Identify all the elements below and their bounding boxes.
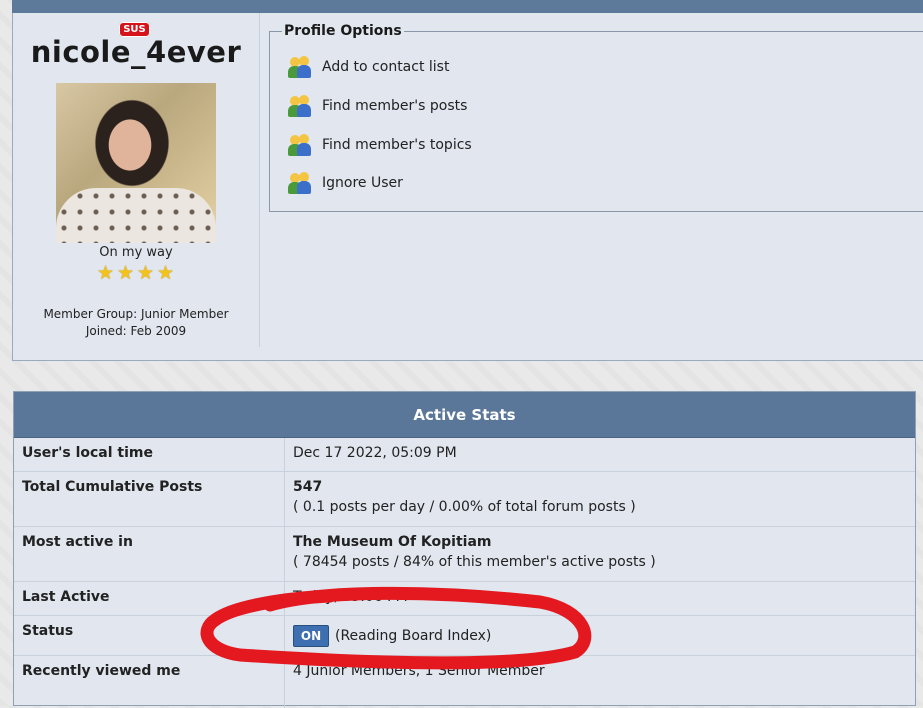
star-icon: ★ — [157, 262, 175, 284]
total-posts-sub: ( 0.1 posts per day / 0.00% of total for… — [293, 499, 636, 515]
stats-label: Most active in — [14, 527, 285, 581]
stats-label: Status — [14, 616, 285, 655]
users-icon — [288, 94, 312, 118]
profile-panel: SUS nicole_4ever On my way ★ ★ ★ ★ Membe… — [12, 13, 923, 361]
stats-value: Today, 05:06 PM — [285, 582, 915, 615]
profile-options-box: Profile Options Add to contact list Find… — [269, 23, 923, 212]
option-label[interactable]: Ignore User — [322, 175, 403, 191]
option-label[interactable]: Find member's topics — [322, 137, 472, 153]
option-add-contact[interactable]: Add to contact list — [288, 55, 449, 79]
option-label[interactable]: Add to contact list — [322, 59, 449, 75]
online-status-badge: ON — [293, 625, 329, 647]
stats-row-local-time: User's local time Dec 17 2022, 05:09 PM — [14, 438, 915, 472]
stats-value: 547 ( 0.1 posts per day / 0.00% of total… — [285, 472, 915, 526]
stats-value: Dec 17 2022, 05:09 PM — [285, 438, 915, 471]
total-posts-value: 547 — [293, 479, 323, 495]
stats-row-total-posts: Total Cumulative Posts 547 ( 0.1 posts p… — [14, 472, 915, 527]
option-find-posts[interactable]: Find member's posts — [288, 94, 467, 118]
profile-options-title: Profile Options — [282, 23, 404, 39]
star-icon: ★ — [117, 262, 135, 284]
avatar-clothing — [56, 188, 216, 243]
star-icon: ★ — [97, 262, 115, 284]
option-ignore-user[interactable]: Ignore User — [288, 171, 403, 195]
stats-row-most-active: Most active in The Museum Of Kopitiam ( … — [14, 527, 915, 582]
users-icon — [288, 55, 312, 79]
users-icon — [288, 133, 312, 157]
joined-date: Joined: Feb 2009 — [85, 324, 187, 338]
status-activity: (Reading Board Index) — [335, 628, 492, 644]
stats-label: Total Cumulative Posts — [14, 472, 285, 526]
stats-row-status: Status ON (Reading Board Index) — [14, 616, 915, 656]
last-active-value: Today, 05:06 PM — [293, 589, 408, 605]
profile-left-column: SUS nicole_4ever On my way ★ ★ ★ ★ Membe… — [13, 13, 260, 347]
local-time-value: Dec 17 2022, 05:09 PM — [293, 445, 457, 461]
username[interactable]: nicole_4ever — [13, 35, 259, 69]
rating-stars: ★ ★ ★ ★ — [97, 264, 177, 284]
top-bar — [12, 0, 923, 13]
member-group: Member Group: Junior Member — [43, 307, 229, 321]
stats-label: Recently viewed me — [14, 656, 285, 708]
users-icon — [288, 171, 312, 195]
stats-value: 4 Junior Members, 1 Senior Member — [285, 656, 915, 708]
active-stats-header: Active Stats — [14, 392, 915, 438]
member-title: On my way — [99, 245, 173, 260]
stats-row-recently-viewed: Recently viewed me 4 Junior Members, 1 S… — [14, 656, 915, 708]
option-label[interactable]: Find member's posts — [322, 98, 467, 114]
option-find-topics[interactable]: Find member's topics — [288, 133, 472, 157]
avatar — [56, 83, 216, 243]
most-active-forum-link[interactable]: The Museum Of Kopitiam — [293, 534, 907, 550]
stats-label: Last Active — [14, 582, 285, 615]
active-stats-table: Active Stats User's local time Dec 17 20… — [13, 391, 916, 708]
stats-label: User's local time — [14, 438, 285, 471]
star-icon: ★ — [137, 262, 155, 284]
stats-row-last-active: Last Active Today, 05:06 PM — [14, 582, 915, 616]
most-active-sub: ( 78454 posts / 84% of this member's act… — [293, 554, 656, 570]
stats-value: The Museum Of Kopitiam ( 78454 posts / 8… — [285, 527, 915, 581]
recently-viewed-value: 4 Junior Members, 1 Senior Member — [293, 663, 545, 679]
stats-value: ON (Reading Board Index) — [285, 616, 915, 655]
